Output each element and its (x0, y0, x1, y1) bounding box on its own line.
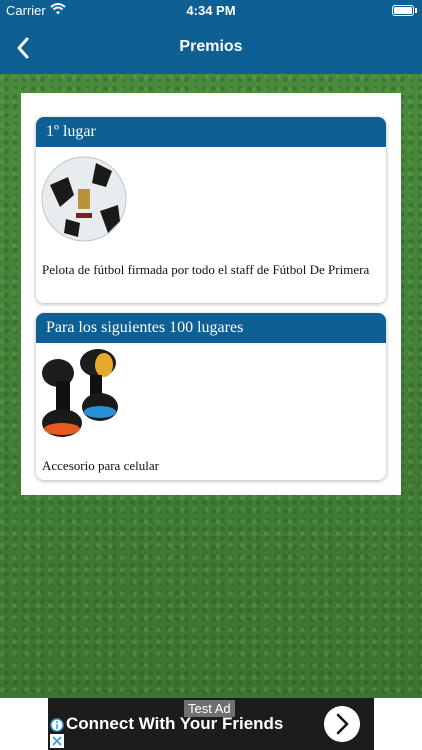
prize-card-first-place: 1º lugar Pelota de fútbol firmada por to… (36, 117, 386, 303)
ad-headline: Connect With Your Friends (66, 714, 284, 733)
page-title: Premios (179, 38, 243, 55)
prize-card-header: 1º lugar (36, 117, 386, 147)
status-bar: Carrier 4:34 PM (0, 0, 422, 22)
ad-arrow-icon[interactable] (324, 706, 360, 742)
navigation-bar: Premios (0, 22, 422, 74)
prize-description: Accesorio para celular (42, 458, 159, 473)
prize-card-next-100: Para los siguientes 100 lugares Accesori… (36, 313, 386, 480)
status-time: 4:34 PM (186, 3, 236, 18)
ad-content[interactable]: Test Ad Connect With Your Friends (48, 698, 374, 750)
prize-description: Pelota de fútbol firmada por todo el sta… (42, 262, 370, 277)
ad-banner[interactable]: Test Ad Connect With Your Friends (0, 698, 422, 750)
prize-card-header: Para los siguientes 100 lugares (36, 313, 386, 343)
ad-info-icon[interactable] (50, 718, 64, 732)
battery-icon (392, 5, 417, 16)
soccer-ball-image (41, 156, 127, 242)
ad-close-icon[interactable] (50, 734, 64, 748)
phone-holder-image (42, 349, 118, 437)
